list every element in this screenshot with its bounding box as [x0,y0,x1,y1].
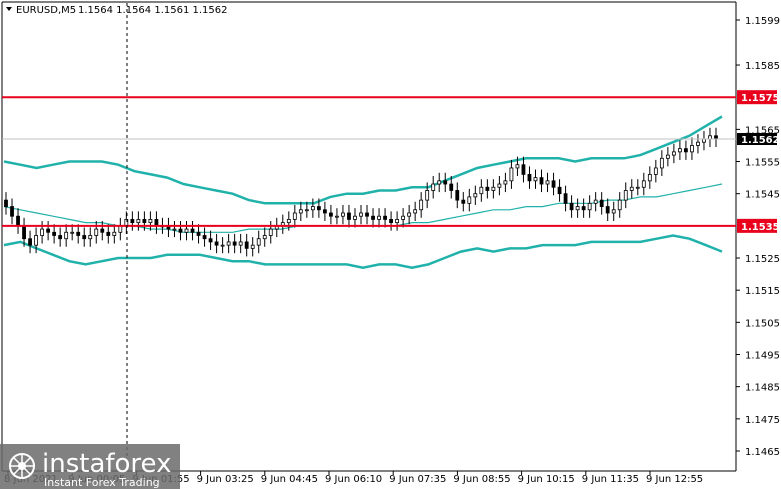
price-tick-label: 1.1585 [745,61,780,72]
level-label: 1.1575 [741,93,780,104]
price-tick-label: 1.1505 [745,318,780,329]
symbol-name: EURUSD,M5 [16,5,76,16]
time-tick-label: 9 Jun 04:45 [261,474,318,485]
time-tick-label: 9 Jun 06:10 [325,474,382,485]
price-tick-label: 1.1475 [745,415,780,426]
price-tick-label: 1.1555 [745,158,780,169]
price-tick-label: 1.1525 [745,254,780,265]
price-tick-label: 1.1599 [745,16,780,27]
symbol-header: EURUSD,M5 1.1564 1.1564 1.1561 1.1562 [6,5,228,16]
price-tick-label: 1.1495 [745,351,780,362]
price-chart[interactable]: EURUSD,M5 1.1564 1.1564 1.1561 1.1562 1.… [0,0,781,489]
time-tick-label: 9 Jun 03:25 [197,474,254,485]
watermark-brand: instaforex [42,449,171,479]
ohlc-values: 1.1564 1.1564 1.1561 1.1562 [78,5,228,16]
chart-background [0,0,781,489]
current-price-label: 1.1562 [741,135,780,146]
instaforex-watermark: instaforex Instant Forex Trading [0,444,180,489]
instaforex-logo-icon [9,453,35,479]
time-tick-label: 9 Jun 12:55 [646,474,703,485]
time-tick-label: 9 Jun 08:55 [453,474,510,485]
price-tick-label: 1.1465 [745,447,780,458]
watermark-tagline: Instant Forex Trading [44,476,160,489]
time-tick-label: 9 Jun 10:15 [518,474,575,485]
time-tick-label: 9 Jun 07:35 [389,474,446,485]
time-tick-label: 9 Jun 11:35 [582,474,639,485]
price-tick-label: 1.1545 [745,190,780,201]
price-tick-label: 1.1485 [745,383,780,394]
chart-window[interactable]: EURUSD,M5 1.1564 1.1564 1.1561 1.1562 1.… [0,0,781,489]
level-label: 1.1535 [741,222,780,233]
price-tick-label: 1.1515 [745,286,780,297]
